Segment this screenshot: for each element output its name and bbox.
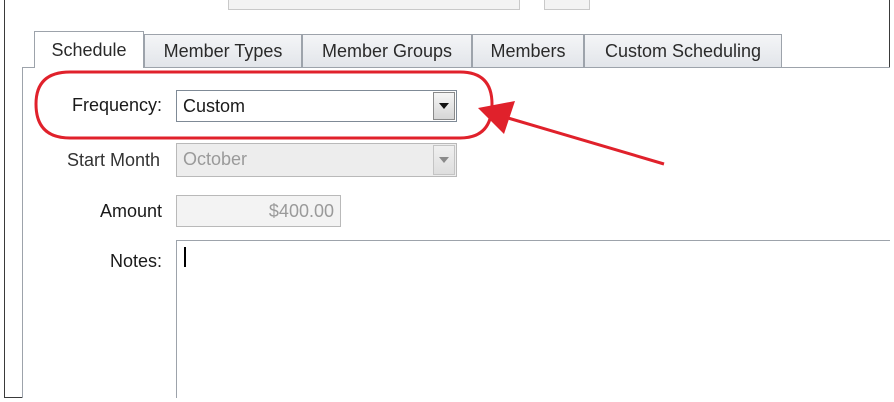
tab-member-groups[interactable]: Member Groups [302, 34, 472, 67]
text-caret [184, 247, 186, 267]
amount-field[interactable]: $400.00 [176, 195, 341, 227]
notes-textarea[interactable] [176, 240, 890, 398]
top-partial-button [544, 0, 590, 10]
start-month-label: Start Month [66, 150, 160, 170]
tab-member-types[interactable]: Member Types [144, 34, 302, 67]
frequency-value: Custom [183, 96, 246, 116]
start-month-dropdown[interactable]: October [176, 143, 457, 177]
start-month-value: October [183, 149, 248, 169]
amount-label: Amount [99, 201, 162, 221]
chevron-down-icon[interactable] [433, 145, 455, 175]
tab-members[interactable]: Members [472, 34, 584, 67]
tab-custom-scheduling[interactable]: Custom Scheduling [584, 34, 782, 67]
frequency-label: Frequency: [71, 95, 162, 115]
tab-schedule[interactable]: Schedule [34, 31, 144, 68]
frequency-dropdown[interactable]: Custom [176, 90, 457, 122]
chevron-down-icon[interactable] [433, 92, 455, 120]
notes-label: Notes: [109, 251, 162, 271]
top-partial-field [228, 0, 520, 10]
